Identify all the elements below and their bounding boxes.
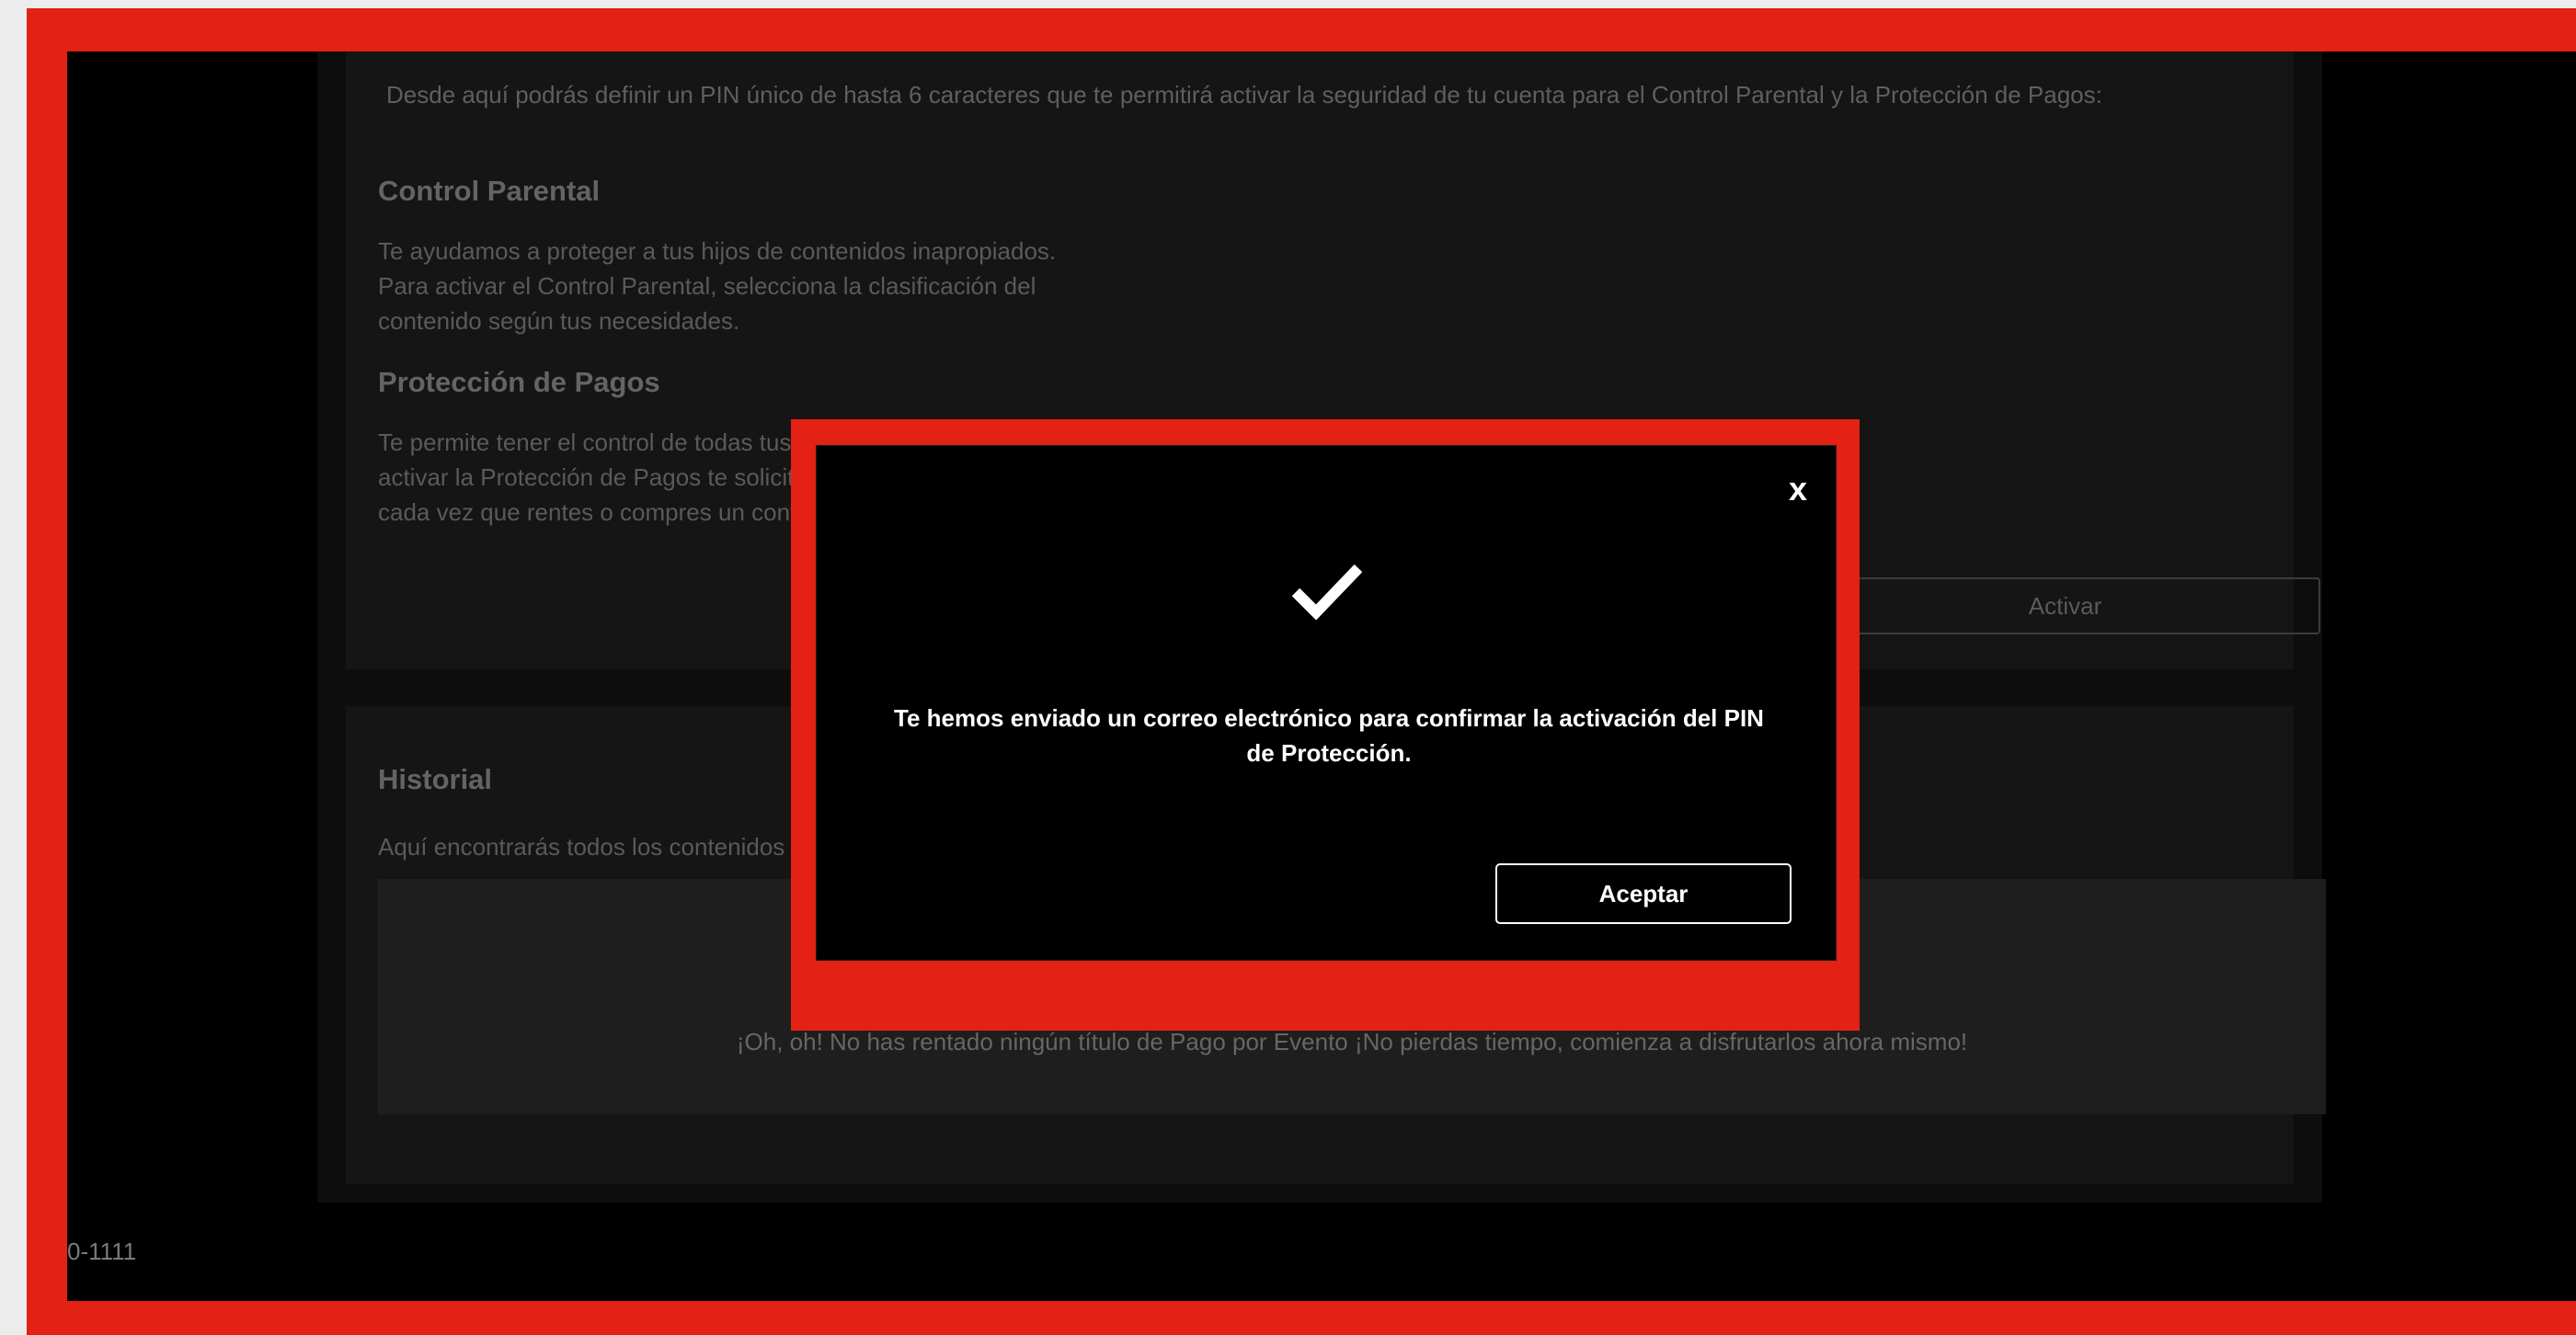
parental-control-title: Control Parental	[378, 175, 601, 207]
activate-button[interactable]: Activar	[1810, 577, 2320, 634]
history-title: Historial	[378, 763, 493, 795]
close-icon[interactable]: x	[1780, 471, 1816, 508]
footer-phone: 0-1111	[67, 1238, 137, 1265]
modal-message: Te hemos enviado un correo electrónico p…	[894, 704, 1764, 767]
payment-protection-title: Protección de Pagos	[378, 366, 660, 398]
accept-button[interactable]: Aceptar	[1495, 863, 1792, 924]
security-intro: Desde aquí podrás definir un PIN único d…	[386, 81, 2102, 108]
checkmark-icon	[1292, 564, 1362, 620]
history-empty-message: ¡Oh, oh! No has rentado ningún título de…	[736, 1028, 1968, 1055]
parental-control-description: Te ayudamos a proteger a tus hijos de co…	[378, 237, 1057, 335]
